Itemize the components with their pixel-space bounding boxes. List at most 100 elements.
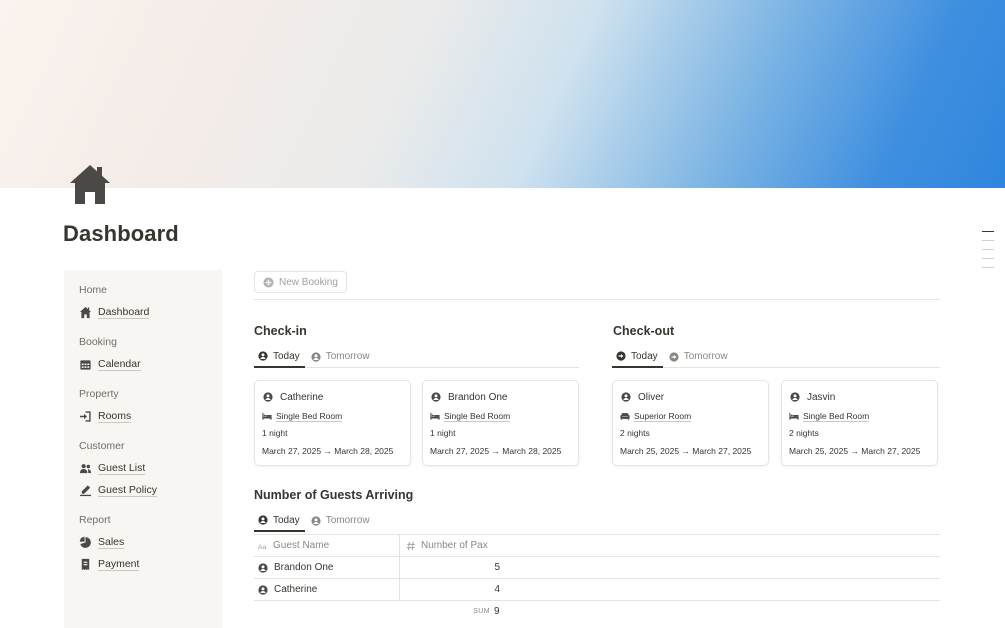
card-title: Jasvin xyxy=(789,390,937,404)
sidebar-item-sales[interactable]: Sales xyxy=(79,532,222,552)
column-label: Number of Pax xyxy=(421,540,488,551)
sidebar-heading: Customer xyxy=(79,440,125,452)
sidebar-item-rooms[interactable]: Rooms xyxy=(79,406,222,426)
tab-checkout-today[interactable]: Today xyxy=(612,346,663,368)
checkin-card[interactable]: Catherine Single Bed Room 1 night March … xyxy=(254,380,411,466)
table-row[interactable]: Brandon One 5 xyxy=(254,557,940,579)
table-row[interactable]: Catherine 4 xyxy=(254,579,940,601)
card-title: Catherine xyxy=(262,390,410,404)
sidebar-item-label: Sales xyxy=(98,535,125,549)
tab-guests-tomorrow[interactable]: Tomorrow xyxy=(307,510,375,531)
guest-name: Brandon One xyxy=(448,391,508,403)
checkout-title: Check-out xyxy=(613,324,675,338)
new-booking-label: New Booking xyxy=(279,276,338,288)
card-room[interactable]: Single Bed Room xyxy=(789,410,937,422)
card-room[interactable]: Superior Room xyxy=(620,410,768,422)
nights: 2 nights xyxy=(789,428,819,438)
toc-line[interactable] xyxy=(982,240,994,241)
toc-line[interactable] xyxy=(982,249,994,250)
table-of-contents[interactable] xyxy=(982,231,994,276)
sidebar-item-label: Guest List xyxy=(98,461,146,475)
tab-checkin-today[interactable]: Today xyxy=(254,346,305,368)
guests-tabs: Today Tomorrow xyxy=(254,510,940,532)
sidebar-section-report: Report Sales Payment xyxy=(79,514,222,574)
guest-name: Catherine xyxy=(280,391,324,403)
date-range: March 27, 2025 → March 28, 2025 xyxy=(262,446,394,456)
people-icon xyxy=(79,463,92,473)
sidebar-item-calendar[interactable]: Calendar xyxy=(79,354,222,374)
tab-label: Tomorrow xyxy=(325,351,370,362)
tab-label: Tomorrow xyxy=(325,515,370,526)
sidebar-item-dashboard[interactable]: Dashboard xyxy=(79,302,222,322)
plus-circle-icon xyxy=(263,276,274,288)
checkout-card[interactable]: Oliver Superior Room 2 nights March 25, … xyxy=(612,380,769,466)
toc-line[interactable] xyxy=(982,267,994,268)
house-icon xyxy=(70,165,110,204)
bed-icon xyxy=(262,413,272,420)
arrow-circle-icon xyxy=(669,351,679,362)
guest-name: Jasvin xyxy=(807,391,836,403)
guest-name-cell[interactable]: Brandon One xyxy=(254,557,400,578)
sum-label: SUM xyxy=(473,607,490,615)
room-type: Single Bed Room xyxy=(444,410,511,422)
nights: 1 night xyxy=(262,428,288,438)
checkin-title: Check-in xyxy=(254,324,307,338)
svg-text:Aa: Aa xyxy=(258,543,266,550)
sidebar-item-label: Dashboard xyxy=(98,305,150,319)
bed-icon xyxy=(430,413,440,420)
tab-checkout-tomorrow[interactable]: Tomorrow xyxy=(665,346,733,367)
page-title: Dashboard xyxy=(63,221,179,246)
checkout-card[interactable]: Jasvin Single Bed Room 2 nights March 25… xyxy=(781,380,938,466)
sidebar-heading: Home xyxy=(79,284,108,296)
toc-line[interactable] xyxy=(982,231,994,232)
arrow-circle-icon xyxy=(616,351,626,361)
person-circle-icon xyxy=(258,515,268,525)
sidebar-section-customer: Customer Guest List Guest Policy xyxy=(79,440,222,500)
date-range: March 25, 2025 → March 27, 2025 xyxy=(620,446,752,456)
date-range: March 25, 2025 → March 27, 2025 xyxy=(789,446,921,456)
tab-guests-today[interactable]: Today xyxy=(254,510,305,532)
person-circle-icon xyxy=(258,562,268,573)
table-header: Aa Guest Name Number of Pax xyxy=(254,535,940,557)
calendar-icon xyxy=(80,359,91,370)
sidebar-item-guest-policy[interactable]: Guest Policy xyxy=(79,480,222,500)
card-room[interactable]: Single Bed Room xyxy=(430,410,578,422)
room-type: Superior Room xyxy=(634,410,692,422)
column-label: Guest Name xyxy=(273,540,330,551)
sidebar-section-home: Home Dashboard xyxy=(79,284,222,322)
sum-value: 9 xyxy=(494,605,500,617)
pax-cell[interactable]: 5 xyxy=(400,557,504,578)
sidebar-item-label: Rooms xyxy=(98,409,132,423)
sidebar-section-property: Property Rooms xyxy=(79,388,222,426)
sidebar-item-label: Payment xyxy=(98,557,140,571)
sidebar-section-booking: Booking Calendar xyxy=(79,336,222,374)
toc-line[interactable] xyxy=(982,258,994,259)
nights: 2 nights xyxy=(620,428,650,438)
room-type: Single Bed Room xyxy=(276,410,343,422)
column-header-guest-name[interactable]: Aa Guest Name xyxy=(254,535,400,556)
sidebar-item-guest-list[interactable]: Guest List xyxy=(79,458,222,478)
person-circle-icon xyxy=(258,584,268,595)
sofa-icon xyxy=(620,413,630,421)
sidebar-item-payment[interactable]: Payment xyxy=(79,554,222,574)
sidebar-item-label: Calendar xyxy=(98,357,141,371)
tab-checkin-tomorrow[interactable]: Tomorrow xyxy=(307,346,375,367)
new-booking-button[interactable]: New Booking xyxy=(254,271,347,293)
sidebar-heading: Property xyxy=(79,388,119,400)
pax-cell[interactable]: 4 xyxy=(400,579,504,600)
person-circle-icon xyxy=(311,351,321,362)
column-header-pax[interactable]: Number of Pax xyxy=(400,535,600,556)
tab-label: Today xyxy=(631,350,658,362)
card-title: Brandon One xyxy=(430,390,578,404)
table-sum-row[interactable]: SUM 9 xyxy=(254,601,940,621)
signature-icon xyxy=(79,484,92,496)
room-type: Single Bed Room xyxy=(803,410,870,422)
card-room[interactable]: Single Bed Room xyxy=(262,410,410,422)
number-property-icon xyxy=(406,541,416,550)
sidebar-item-label: Guest Policy xyxy=(98,483,157,497)
guest-name-cell[interactable]: Catherine xyxy=(254,579,400,600)
person-circle-icon xyxy=(263,392,273,402)
guest-name: Catherine xyxy=(274,584,318,595)
checkin-card[interactable]: Brandon One Single Bed Room 1 night Marc… xyxy=(422,380,579,466)
guests-table: Aa Guest Name Number of Pax Brandon One … xyxy=(254,534,940,621)
